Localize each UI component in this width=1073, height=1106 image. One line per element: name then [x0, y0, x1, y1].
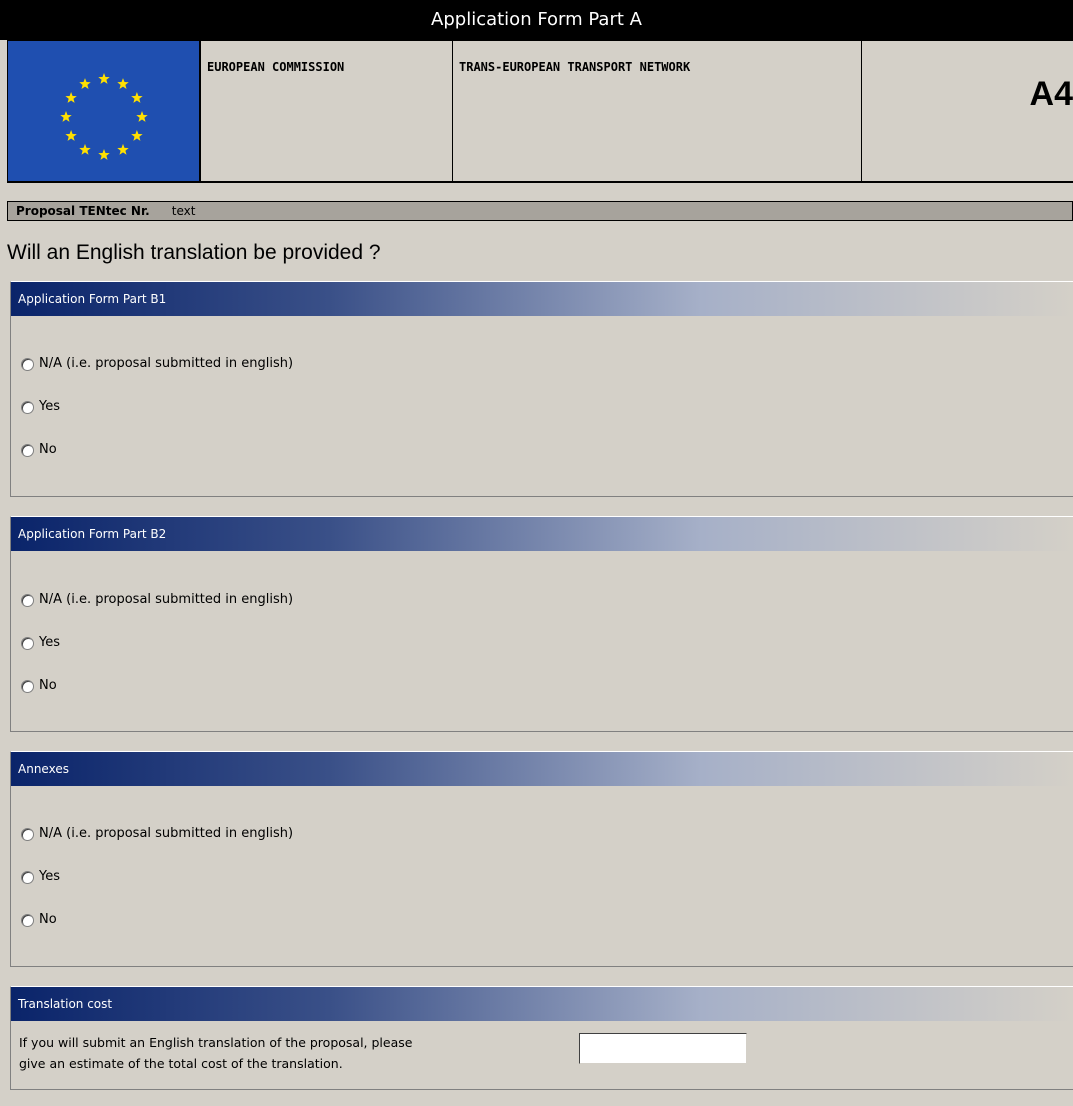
org-name: EUROPEAN COMMISSION — [201, 41, 453, 181]
radio-icon[interactable] — [21, 679, 34, 693]
flag-star — [117, 78, 129, 89]
proposal-label: Proposal TENtec Nr. — [16, 204, 150, 218]
flag-star — [131, 92, 143, 103]
radio-icon[interactable] — [21, 636, 34, 650]
annexes-option-na[interactable]: N/A (i.e. proposal submitted in english) — [21, 824, 293, 844]
annexes-option-yes[interactable]: Yes — [21, 867, 60, 887]
b1-option-na[interactable]: N/A (i.e. proposal submitted in english) — [21, 354, 293, 374]
option-label: No — [39, 678, 57, 693]
proposal-value: text — [171, 204, 196, 218]
section-annexes: Annexes N/A (i.e. proposal submitted in … — [10, 751, 1073, 967]
radio-icon[interactable] — [21, 400, 34, 414]
radio-icon[interactable] — [21, 827, 34, 841]
option-label: Yes — [39, 869, 60, 884]
option-label: No — [39, 442, 57, 457]
section-translation-cost: Translation cost If you will submit an E… — [10, 986, 1073, 1090]
section-title: Annexes — [11, 752, 1073, 786]
network-name: TRANS-EUROPEAN TRANSPORT NETWORK — [453, 41, 862, 181]
flag-star — [98, 73, 110, 84]
flag-star — [60, 111, 72, 122]
section-title: Application Form Part B2 — [11, 517, 1073, 551]
radio-icon[interactable] — [21, 870, 34, 884]
flag-star — [65, 92, 77, 103]
translation-question: Will an English translation be provided … — [7, 241, 381, 264]
radio-icon[interactable] — [21, 593, 34, 607]
b2-option-na[interactable]: N/A (i.e. proposal submitted in english) — [21, 590, 293, 610]
flag-star — [136, 111, 148, 122]
eu-flag-icon — [8, 41, 201, 181]
section-title: Translation cost — [11, 987, 1073, 1021]
form-header: EUROPEAN COMMISSION TRANS-EUROPEAN TRANS… — [7, 40, 1073, 183]
section-part-b1: Application Form Part B1 N/A (i.e. propo… — [10, 281, 1073, 497]
option-label: No — [39, 912, 57, 927]
b2-option-yes[interactable]: Yes — [21, 633, 60, 653]
form-code: A4 — [862, 41, 1073, 181]
option-label: N/A (i.e. proposal submitted in english) — [39, 826, 294, 841]
cost-instructions: If you will submit an English translatio… — [19, 1032, 579, 1074]
b2-option-no[interactable]: No — [21, 676, 57, 696]
flag-star — [79, 143, 91, 155]
translation-cost-input[interactable] — [579, 1033, 747, 1064]
option-label: N/A (i.e. proposal submitted in english) — [39, 356, 294, 371]
flag-star — [79, 78, 91, 89]
b1-option-no[interactable]: No — [21, 440, 57, 460]
form-code-text: A4 — [1029, 75, 1073, 113]
radio-icon[interactable] — [21, 357, 34, 371]
cost-instructions-line: If you will submit an English translatio… — [19, 1035, 413, 1050]
flag-star — [65, 130, 77, 141]
option-label: N/A (i.e. proposal submitted in english) — [39, 592, 294, 607]
proposal-bar: Proposal TENtec Nr. text — [7, 201, 1073, 221]
flag-star — [98, 149, 110, 160]
cost-instructions-line: give an estimate of the total cost of th… — [19, 1056, 343, 1071]
option-label: Yes — [39, 399, 60, 414]
org-name-text: EUROPEAN COMMISSION — [207, 60, 345, 74]
section-title: Application Form Part B1 — [11, 282, 1073, 316]
flag-star — [131, 130, 143, 141]
form-title: Application Form Part A — [0, 0, 1073, 40]
section-part-b2: Application Form Part B2 N/A (i.e. propo… — [10, 516, 1073, 732]
annexes-option-no[interactable]: No — [21, 910, 57, 930]
network-name-text: TRANS-EUROPEAN TRANSPORT NETWORK — [459, 60, 691, 74]
option-label: Yes — [39, 635, 60, 650]
radio-icon[interactable] — [21, 913, 34, 927]
flag-star — [117, 143, 129, 155]
b1-option-yes[interactable]: Yes — [21, 397, 60, 417]
radio-icon[interactable] — [21, 443, 34, 457]
